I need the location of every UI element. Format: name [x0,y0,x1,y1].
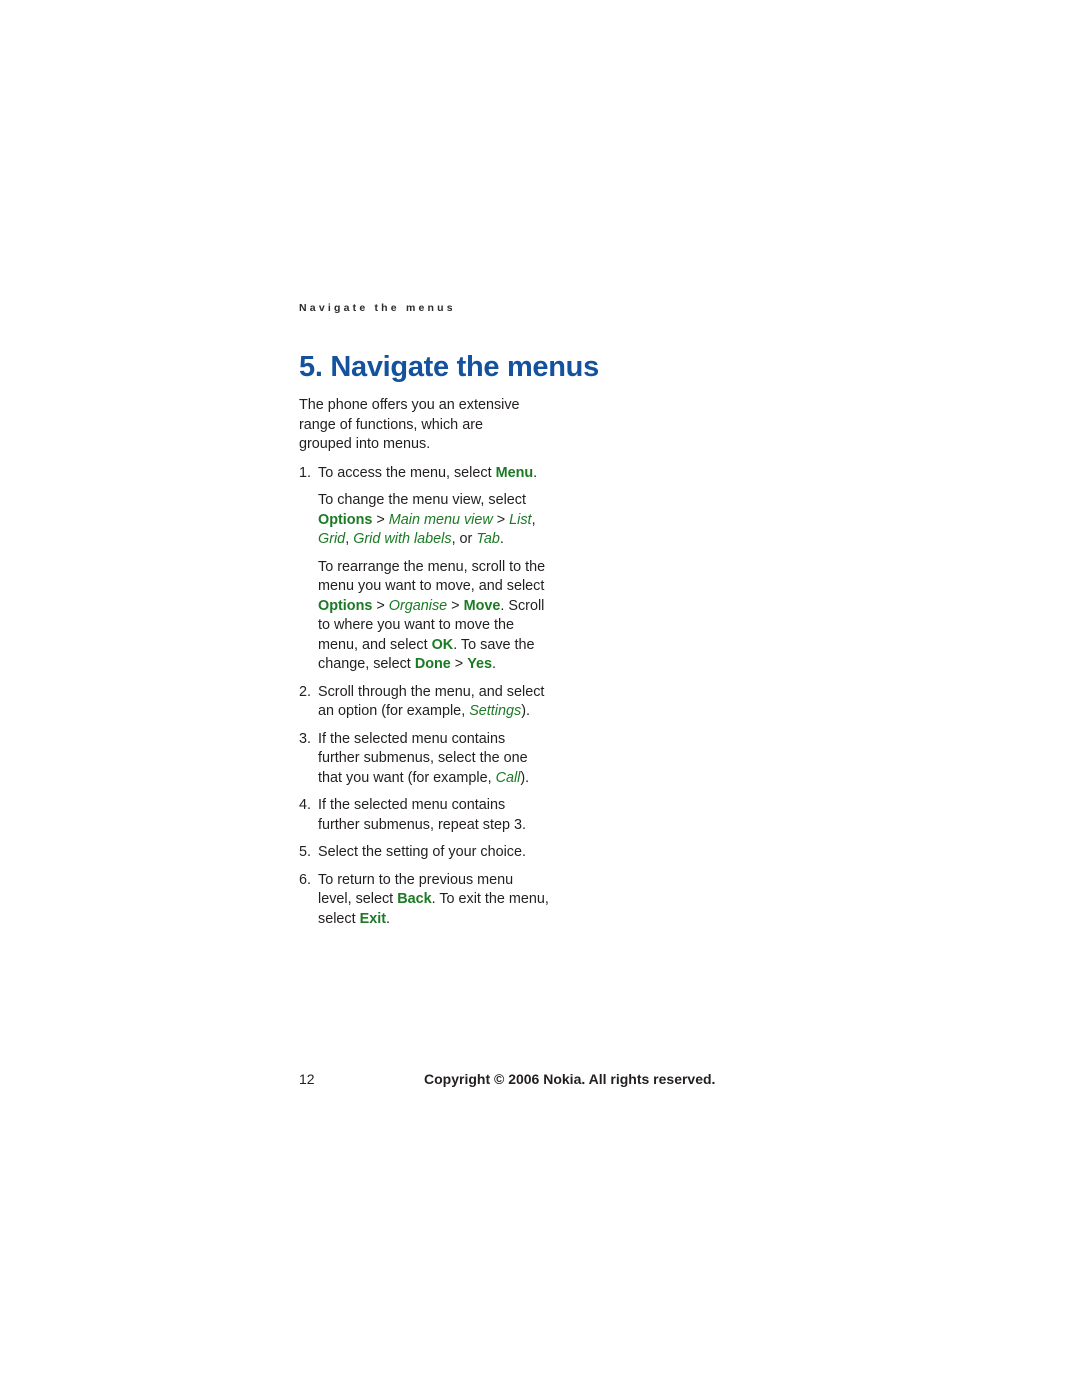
text-run: ). [521,703,530,719]
text-run: . [499,531,504,547]
ui-term: OK [431,636,454,653]
ui-term: Organise [388,597,448,614]
step-paragraph: To return to the previous menu level, se… [318,871,549,930]
intro-paragraph: The phone offers you an extensive range … [299,397,520,452]
step-item: 2. Scroll through the menu, and select an… [299,683,549,722]
text-run: > [372,511,389,528]
ui-term: Back [397,891,432,907]
ui-term: Done [414,656,451,672]
running-header: Navigate the menus [299,302,456,314]
step-marker: 1. [299,464,312,481]
step-item: 1. To access the menu, select Menu. To cha… [299,464,549,675]
ui-term: Grid [318,531,346,547]
footer-copyright: Copyright © 2006 Nokia. All rights reser… [424,1071,716,1087]
text-run: > [372,597,389,614]
text-run: . [533,464,538,481]
document-page: Navigate the menus 5. Navigate the menus… [0,0,1080,1397]
numbered-steps-list: 1. To access the menu, select Menu. To cha… [299,464,549,930]
ui-term: Move [463,597,501,614]
text-run: To rearrange the menu, scroll to the men… [318,558,546,595]
step-marker: 6. [299,871,312,888]
step-marker: 4. [299,797,312,813]
ui-term: Yes [467,656,493,672]
step-paragraph: To access the menu, select Menu. [318,464,549,484]
ui-term: Options [318,511,373,528]
footer-page-number: 12 [299,1071,315,1087]
ui-term: Main menu view [388,511,493,528]
step-paragraph: Select the setting of your choice. [318,843,549,863]
text-run: ). [520,769,530,786]
text-run: , or [451,531,477,547]
step-marker: 3. [299,730,312,747]
text-run: > [450,656,468,672]
step-paragraph: If the selected menu contains further su… [318,730,549,789]
text-run: If the selected menu contains further su… [318,797,526,833]
step-item: 5. Select the setting of your choice. [299,843,549,863]
step-item: 3. If the selected menu contains further … [299,730,549,789]
text-run: , [345,531,354,547]
ui-term: Tab [476,531,500,547]
text-run: Select the setting of your choice. [318,844,526,860]
text-run: , [531,511,536,528]
step-paragraph: Scroll through the menu, and select an o… [318,683,549,722]
page-title: 5. Navigate the menus [299,351,599,384]
step-marker: 2. [299,683,312,700]
ui-term: Call [495,769,521,786]
ui-term: Grid with labels [353,531,452,547]
text-run: To change the menu view, select [318,492,526,508]
text-run: . [492,656,497,672]
step-item: 4. If the selected menu contains further … [299,796,549,835]
step-item: 6. To return to the previous menu level, … [299,871,549,930]
step-paragraph: To rearrange the menu, scroll to the men… [318,558,549,675]
ui-term: Menu [495,464,534,481]
text-run: . [386,910,390,927]
text-run: > [447,597,464,614]
body-content: The phone offers you an extensive range … [299,396,549,937]
ui-term: Settings [469,703,522,719]
ui-term: Exit [359,910,386,927]
ui-term: Options [318,597,373,614]
ui-term: List [509,511,532,528]
step-paragraph: If the selected menu contains further su… [318,796,549,835]
text-run: To access the menu, select [318,464,496,481]
text-run: > [492,511,510,528]
step-marker: 5. [299,844,312,860]
step-paragraph: To change the menu view, select Options … [318,491,549,550]
